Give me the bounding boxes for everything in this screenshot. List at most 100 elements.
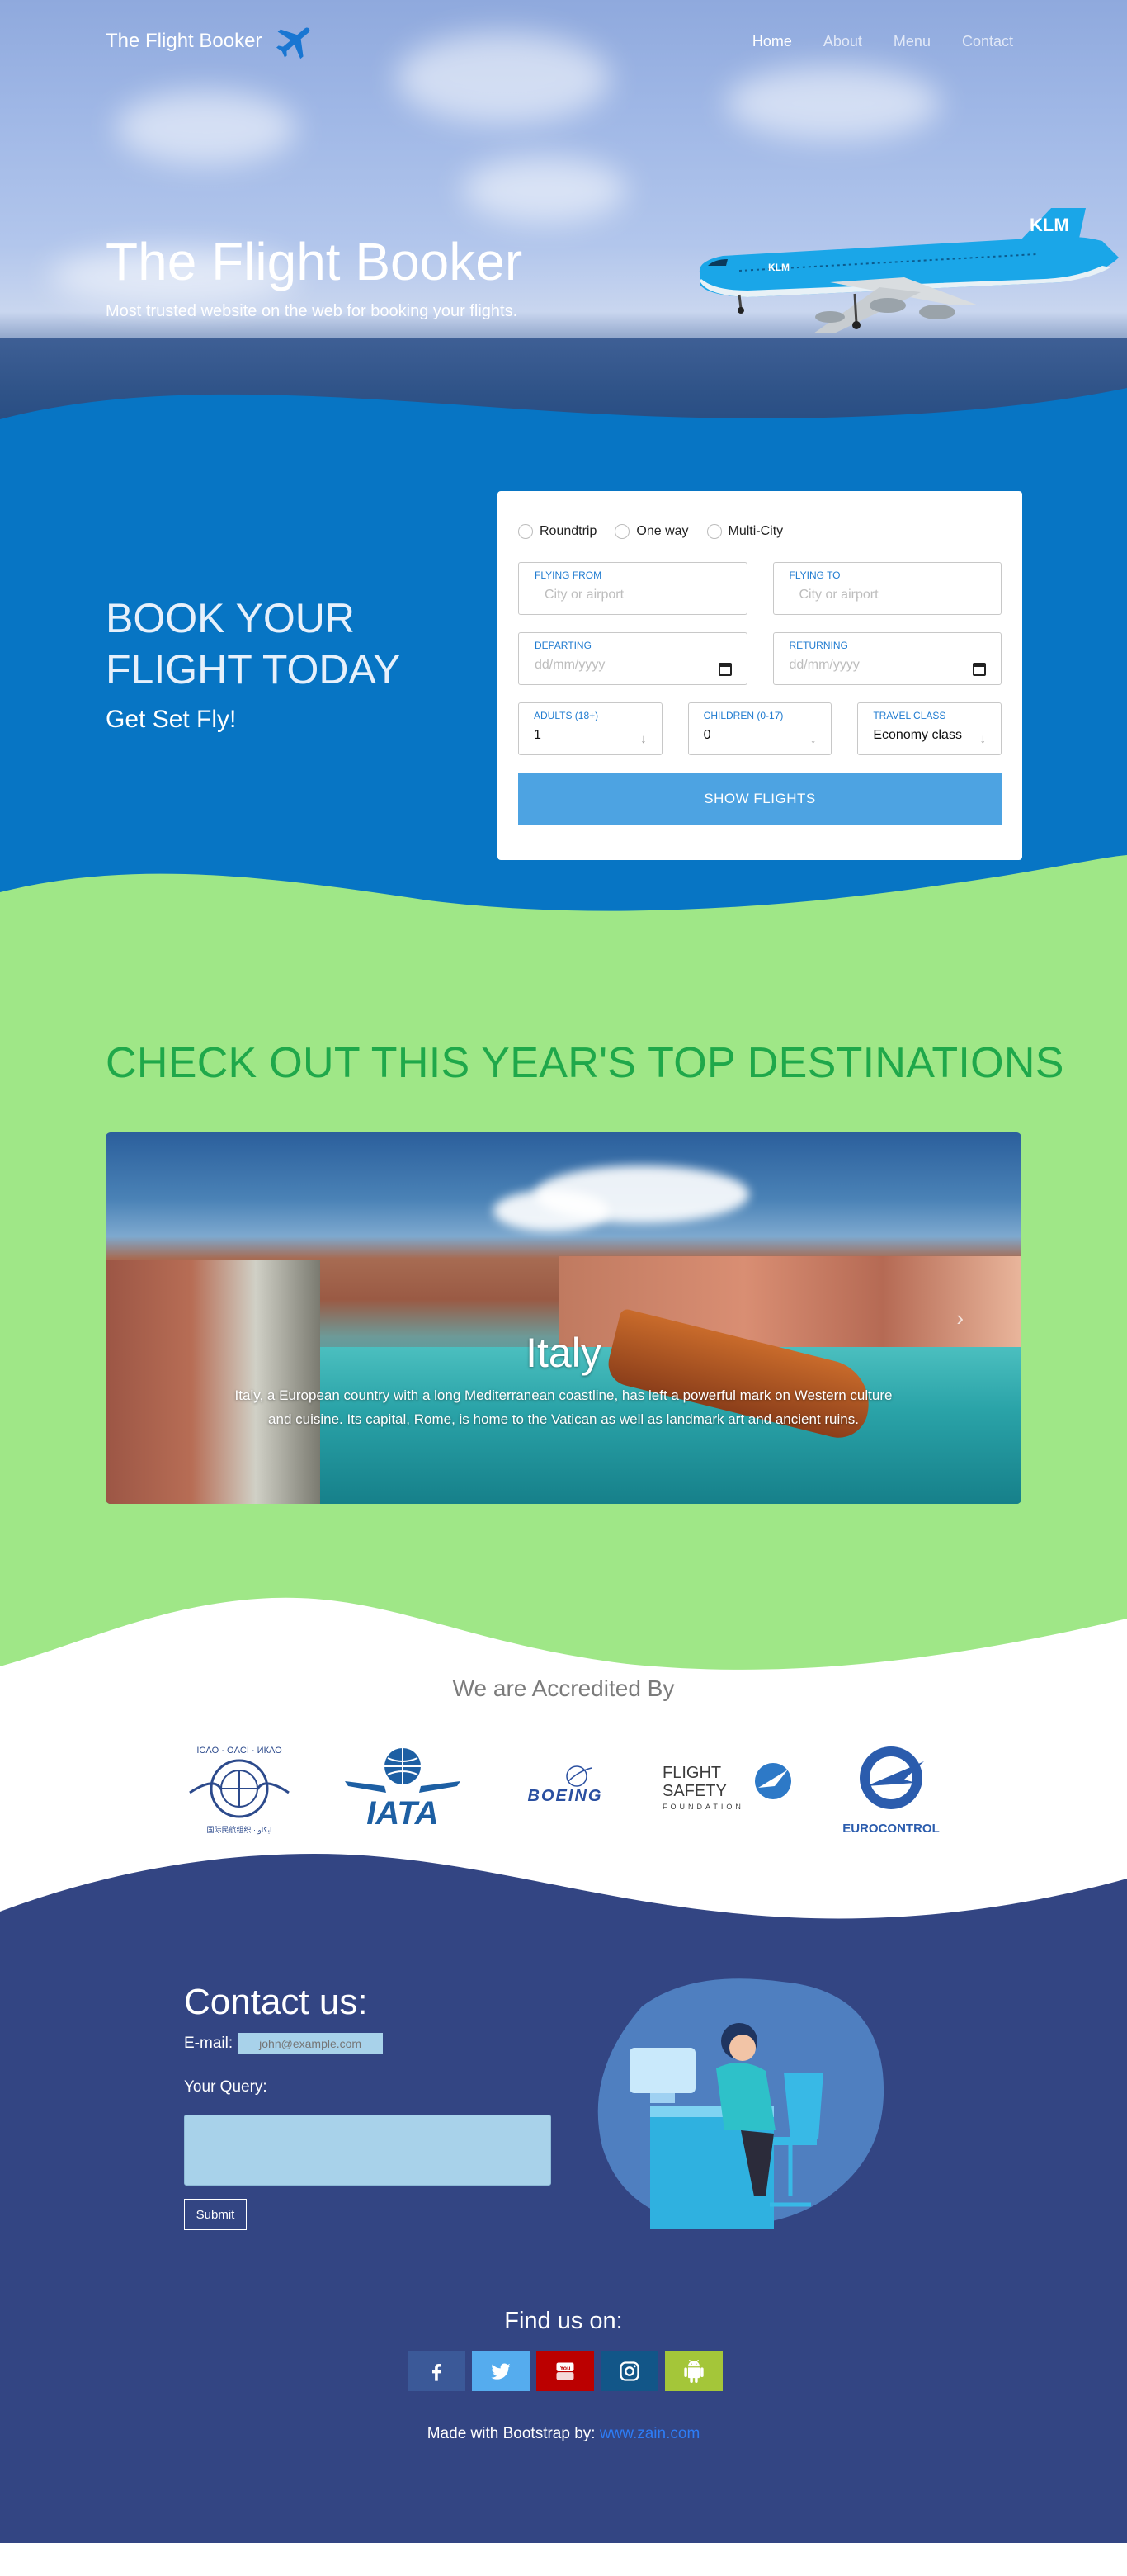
radio-circle-icon[interactable] xyxy=(615,524,630,539)
navbar: The Flight Booker Home About Menu Contac… xyxy=(106,25,1013,59)
email-field[interactable] xyxy=(238,2033,384,2054)
booking-subtitle: Get Set Fly! xyxy=(106,706,237,733)
show-flights-button[interactable]: SHOW FLIGHTS xyxy=(518,773,1002,825)
query-label: Your Query: xyxy=(184,2078,267,2096)
flying-from-field[interactable]: FLYING FROM City or airport xyxy=(518,562,747,615)
radio-circle-icon[interactable] xyxy=(518,524,533,539)
hero-wave xyxy=(0,388,1127,446)
field-label: ADULTS (18+) xyxy=(534,710,599,721)
submit-button[interactable]: Submit xyxy=(184,2199,247,2230)
radio-circle-icon[interactable] xyxy=(706,524,722,539)
chevron-right-icon[interactable]: › xyxy=(956,1306,964,1331)
field-label: RETURNING xyxy=(789,640,848,651)
email-row: E-mail: xyxy=(184,2033,384,2054)
booking-title: BOOK YOUR FLIGHT TODAY xyxy=(106,593,401,695)
youtube-link[interactable]: You xyxy=(536,2351,594,2391)
twitter-link[interactable] xyxy=(472,2351,530,2391)
destinations-wave xyxy=(0,1597,1127,1676)
calendar-icon[interactable] xyxy=(973,663,986,676)
sky-cloud xyxy=(462,157,627,223)
departing-placeholder[interactable]: dd/mm/yyyy xyxy=(535,658,731,673)
flight-safety-foundation-logo: FLIGHT SAFETY FOUNDATION xyxy=(663,1735,795,1842)
returning-placeholder[interactable]: dd/mm/yyyy xyxy=(790,658,986,673)
footer-credit: Made with Bootstrap by: www.zain.com xyxy=(0,2425,1127,2443)
nav-links: Home About Menu Contact xyxy=(752,33,1013,50)
brand-link[interactable]: The Flight Booker xyxy=(106,19,318,64)
radio-multi-city[interactable]: Multi-City xyxy=(706,524,784,539)
icao-logo: ICAO · OACI · ИКАО 国际民航组织 · ايكاو xyxy=(173,1735,305,1842)
airplane-icon xyxy=(276,27,310,59)
carousel-caption: Italy Italy, a European country with a l… xyxy=(106,1329,1021,1431)
query-textarea[interactable] xyxy=(184,2115,551,2186)
flight-search-form: Roundtrip One way Multi-City FLYING FROM… xyxy=(497,491,1022,860)
arrow-down-icon: ↓ xyxy=(979,732,987,746)
radio-label: Roundtrip xyxy=(540,524,597,538)
children-select[interactable]: CHILDREN (0-17) 0 ↓ xyxy=(687,702,832,755)
flying-from-placeholder[interactable]: City or airport xyxy=(535,588,731,603)
klm-airplane-image: KLM KLM xyxy=(699,208,1119,333)
credit-text: Made with Bootstrap by: xyxy=(427,2425,596,2442)
eurocontrol-emblem-icon: EUROCONTROL xyxy=(842,1746,940,1836)
boeing-emblem-icon: BOEING xyxy=(528,1765,601,1805)
contact-title: Contact us: xyxy=(184,1982,368,2022)
radio-label: One way xyxy=(636,524,689,538)
facebook-link[interactable] xyxy=(408,2351,465,2391)
destination-carousel[interactable]: › Italy Italy, a European country with a… xyxy=(106,1132,1021,1504)
nav-about[interactable]: About xyxy=(823,33,862,50)
nav-home[interactable]: Home xyxy=(752,33,792,50)
departing-field[interactable]: DEPARTING dd/mm/yyyy xyxy=(518,632,747,685)
brand-name: The Flight Booker xyxy=(106,30,262,52)
calendar-icon[interactable] xyxy=(718,663,732,676)
booking-wave xyxy=(0,855,1127,925)
adults-select[interactable]: ADULTS (18+) 1 ↓ xyxy=(518,702,663,755)
svg-text:FLIGHT: FLIGHT xyxy=(663,1764,721,1782)
svg-text:SAFETY: SAFETY xyxy=(663,1782,727,1800)
arrow-down-icon: ↓ xyxy=(809,732,817,746)
nav-menu[interactable]: Menu xyxy=(894,33,931,50)
accreditation-section: We are Accredited By ICAO · OACI · ИКАО … xyxy=(0,1676,1127,1849)
sky-cloud xyxy=(726,66,941,140)
field-label: DEPARTING xyxy=(535,640,592,651)
iata-logo: IATA xyxy=(337,1735,469,1842)
destinations-title: CHECK OUT THIS YEAR'S TOP DESTINATIONS xyxy=(106,1039,1064,1087)
arrow-down-icon: ↓ xyxy=(640,732,647,746)
field-label: FLYING TO xyxy=(789,570,841,581)
trip-type-radios: Roundtrip One way Multi-City xyxy=(518,524,1002,539)
radio-label: Multi-City xyxy=(728,524,784,538)
eurocontrol-logo: EUROCONTROL xyxy=(825,1735,957,1842)
svg-text:KLM: KLM xyxy=(1030,215,1069,235)
android-link[interactable] xyxy=(665,2351,723,2391)
nav-contact[interactable]: Contact xyxy=(962,33,1013,50)
svg-text:ICAO · OACI · ИКАО: ICAO · OACI · ИКАО xyxy=(196,1746,282,1756)
field-label: TRAVEL CLASS xyxy=(873,710,946,721)
booking-title-line1: BOOK YOUR xyxy=(106,595,355,641)
sky-cloud xyxy=(116,91,297,165)
svg-text:KLM: KLM xyxy=(768,262,790,273)
iata-emblem-icon: IATA xyxy=(344,1748,460,1832)
passenger-row: ADULTS (18+) 1 ↓ CHILDREN (0-17) 0 ↓ TRA… xyxy=(518,702,1002,755)
svg-text:FOUNDATION: FOUNDATION xyxy=(663,1803,744,1811)
adults-value: 1 xyxy=(534,728,541,742)
instagram-link[interactable] xyxy=(601,2351,658,2391)
flying-to-placeholder[interactable]: City or airport xyxy=(790,588,986,603)
hero-title: The Flight Booker xyxy=(106,232,523,291)
social-links: You xyxy=(408,2351,723,2391)
svg-text:EUROCONTROL: EUROCONTROL xyxy=(842,1822,940,1836)
accreditation-heading: We are Accredited By xyxy=(452,1676,675,1701)
svg-text:You: You xyxy=(560,2366,571,2371)
returning-field[interactable]: RETURNING dd/mm/yyyy xyxy=(772,632,1002,685)
svg-text:国际民航组织 · ايكاو: 国际民航组织 · ايكاو xyxy=(206,1825,271,1835)
credit-link[interactable]: www.zain.com xyxy=(600,2425,700,2442)
contact-section: Contact us: E-mail: Your Query: Submit F… xyxy=(0,1936,1127,2543)
support-agent-illustration xyxy=(597,1978,884,2229)
accreditation-logos: ICAO · OACI · ИКАО 国际民航组织 · ايكاو IATA B… xyxy=(173,1735,957,1842)
date-row: DEPARTING dd/mm/yyyy RETURNING dd/mm/yyy… xyxy=(518,632,1002,685)
travel-class-select[interactable]: TRAVEL CLASS Economy class ↓ xyxy=(857,702,1002,755)
contact-wave-wrapper xyxy=(0,1849,1127,1937)
instagram-icon xyxy=(620,2361,639,2381)
radio-one-way[interactable]: One way xyxy=(615,524,689,539)
flying-to-field[interactable]: FLYING TO City or airport xyxy=(772,562,1002,615)
flight-safety-emblem-icon: FLIGHT SAFETY FOUNDATION xyxy=(663,1763,791,1811)
radio-roundtrip[interactable]: Roundtrip xyxy=(518,524,597,539)
travel-class-value: Economy class xyxy=(873,728,962,742)
